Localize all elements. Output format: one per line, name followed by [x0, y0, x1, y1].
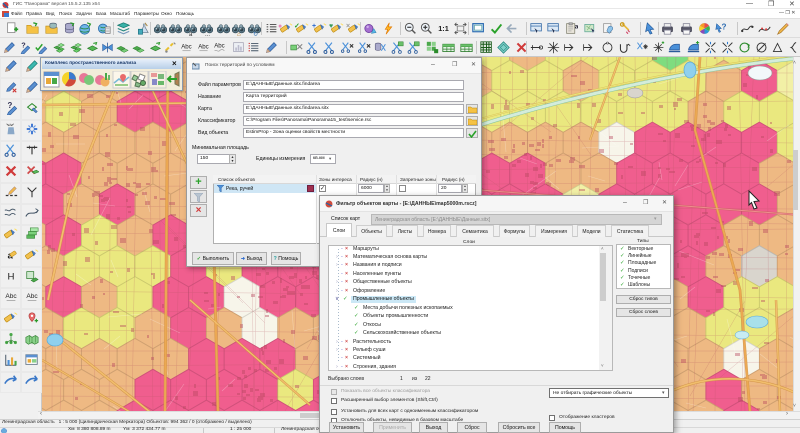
svg-text:...: ...	[205, 32, 210, 38]
svg-text:↻: ↻	[253, 31, 258, 38]
svg-text:✓: ✓	[294, 23, 300, 30]
svg-text:●: ●	[278, 23, 282, 30]
svg-text:+: +	[312, 23, 316, 30]
svg-text:×: ×	[346, 23, 350, 30]
svg-text:♥: ♥	[329, 23, 333, 30]
svg-text:⌂: ⌂	[237, 32, 241, 38]
